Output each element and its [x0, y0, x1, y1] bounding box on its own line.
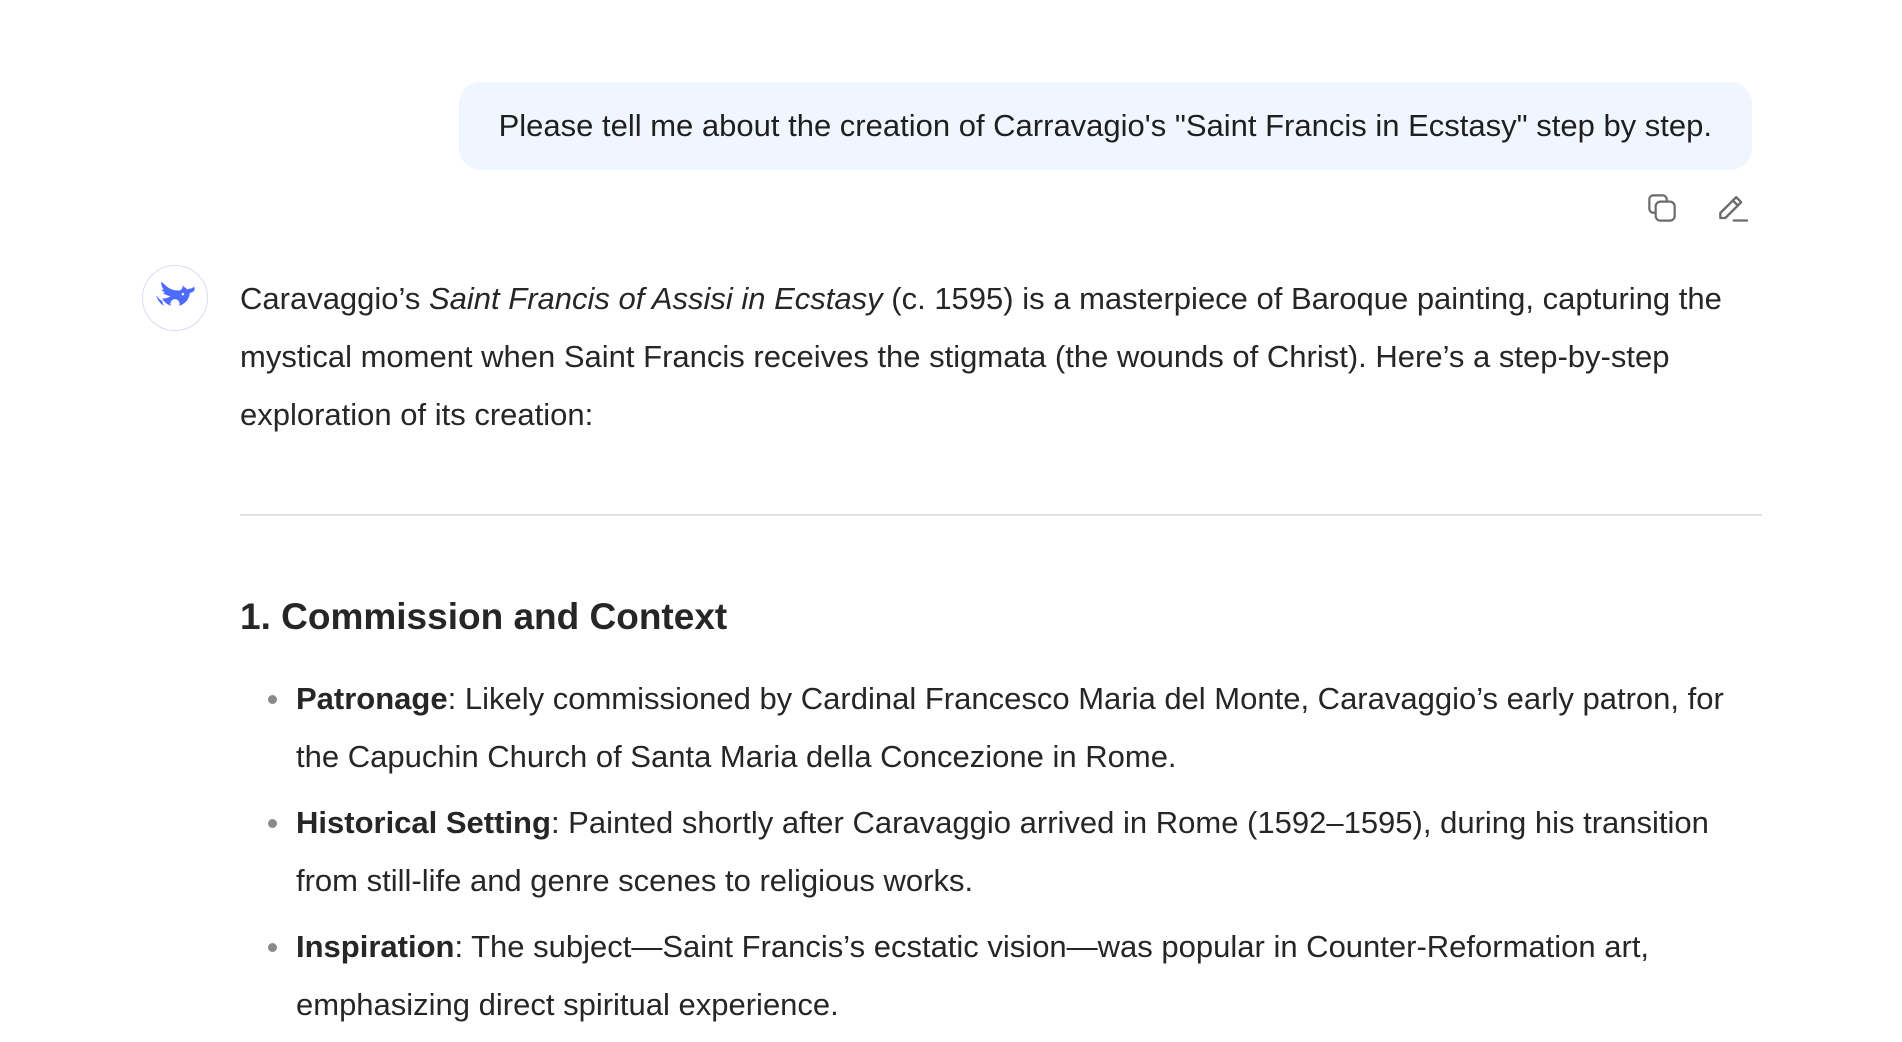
intro-text-part1: Caravaggio’s	[240, 281, 429, 316]
painting-title: Saint Francis of Assisi in Ecstasy	[428, 281, 883, 316]
list-item: Patronage: Likely commissioned by Cardin…	[268, 670, 1762, 786]
section-heading: 1. Commission and Context	[240, 595, 728, 637]
intro-paragraph: Caravaggio’s Saint Francis of Assisi in …	[240, 270, 1762, 444]
list-item: Historical Setting: Painted shortly afte…	[268, 794, 1762, 910]
user-message-bubble: Please tell me about the creation of Car…	[458, 82, 1752, 170]
list-item-label: Inspiration	[296, 928, 455, 964]
list-item-text: : The subject—Saint Francis’s ecstatic v…	[296, 928, 1650, 1022]
copy-button[interactable]	[1642, 188, 1682, 228]
list-item-label: Patronage	[296, 680, 448, 716]
copy-icon	[1648, 194, 1676, 222]
list-item-text: : Likely commissioned by Cardinal France…	[296, 680, 1724, 774]
assistant-avatar	[142, 265, 208, 331]
whale-logo-icon	[156, 281, 195, 309]
edit-button[interactable]	[1712, 188, 1752, 228]
assistant-response: Caravaggio’s Saint Francis of Assisi in …	[240, 270, 1762, 1042]
list-item-label: Historical Setting	[296, 804, 551, 840]
user-message-actions	[1642, 188, 1752, 228]
section-list: Patronage: Likely commissioned by Cardin…	[240, 670, 1762, 1034]
user-message-text: Please tell me about the creation of Car…	[498, 108, 1712, 143]
list-item: Inspiration: The subject—Saint Francis’s…	[268, 918, 1762, 1034]
edit-icon	[1719, 196, 1749, 222]
section-divider	[240, 514, 1762, 516]
